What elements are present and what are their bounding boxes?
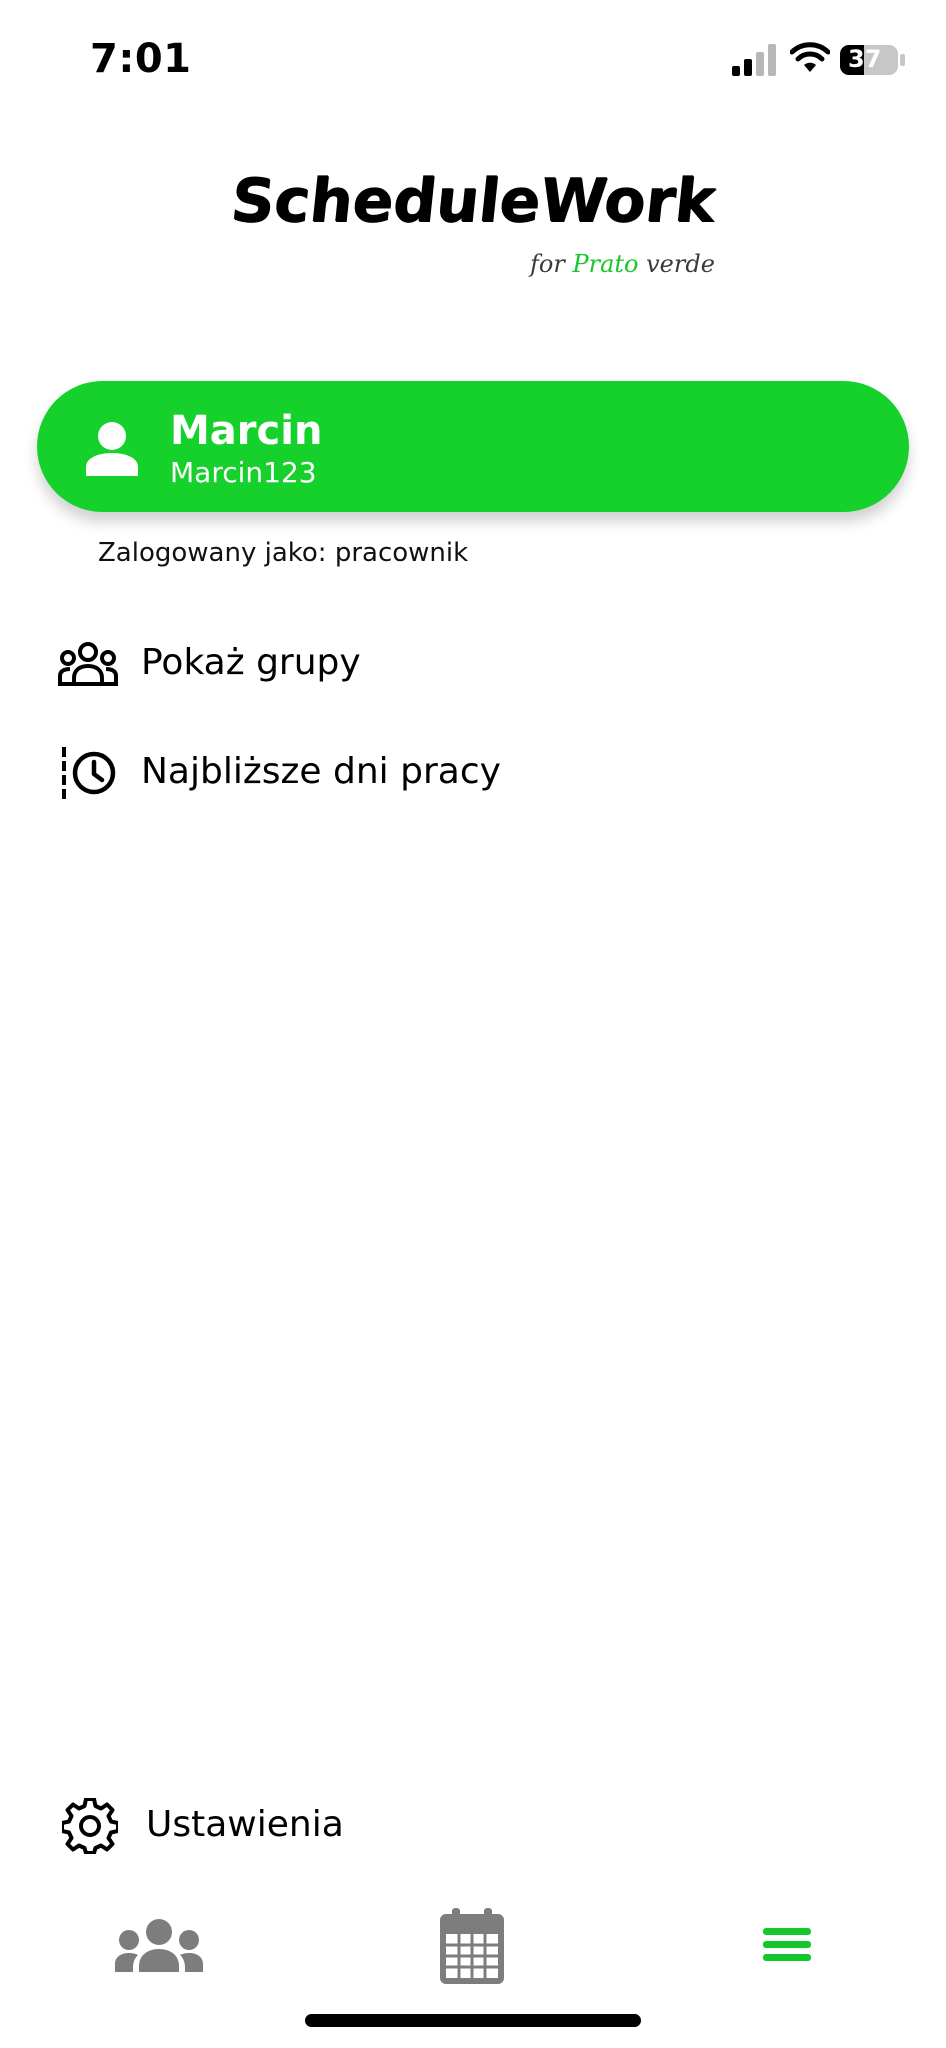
groups-icon [115,1919,203,1972]
groups-icon [58,642,118,686]
profile-card[interactable] [37,381,909,512]
menu-item-groups[interactable]: Pokaż grupy [0,620,946,710]
menu-item-upcoming-workdays-label: Najbliższe dni pracy [141,751,501,792]
logo-sub-prefix: for [530,250,565,278]
app-logo-subtitle: for Prato verde [530,250,715,278]
settings-label: Ustawienia [146,1804,344,1845]
profile-name: Marcin [170,408,323,454]
battery-level: 37 [848,45,882,73]
settings-item[interactable]: Ustawienia [0,1780,946,1870]
app-logo-title: ScheduleWork [227,166,719,236]
wifi-icon [790,42,830,72]
tab-menu[interactable] [727,1908,847,1988]
hamburger-icon [763,1928,811,1961]
tab-calendar[interactable] [412,1908,532,1988]
menu-item-groups-label: Pokaż grupy [141,642,361,683]
tab-groups[interactable] [99,1908,219,1988]
battery-indicator: 37 [840,44,906,76]
person-icon [86,422,138,476]
calendar-icon [440,1908,504,1984]
gear-icon [62,1798,118,1854]
history-clock-icon [62,747,116,799]
logo-sub-suffix: verde [646,250,715,278]
logo-sub-brand: Prato [572,250,639,278]
home-indicator[interactable] [305,2014,641,2027]
logged-in-role: Zalogowany jako: pracownik [98,538,469,568]
profile-username: Marcin123 [170,456,317,489]
cellular-signal-icon [732,44,776,76]
menu-item-upcoming-workdays[interactable]: Najbliższe dni pracy [0,727,946,817]
status-time: 7:01 [90,36,192,82]
